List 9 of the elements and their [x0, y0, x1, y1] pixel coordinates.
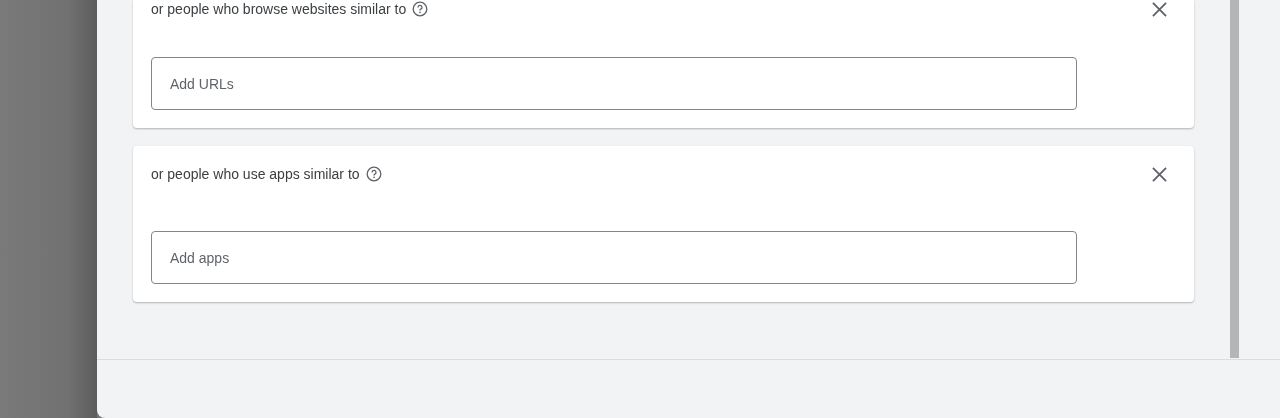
close-icon[interactable] [1152, 166, 1167, 182]
card-title: or people who use apps similar to [151, 165, 360, 183]
help-icon[interactable] [365, 166, 382, 182]
scrollbar-thumb[interactable] [1230, 0, 1239, 358]
help-icon[interactable] [412, 1, 429, 17]
input-field[interactable]: Add apps [151, 231, 1077, 284]
input-field[interactable]: Add URLs [151, 57, 1077, 110]
card-title: or people who browse websites similar to [151, 0, 407, 18]
close-icon[interactable] [1152, 1, 1167, 17]
